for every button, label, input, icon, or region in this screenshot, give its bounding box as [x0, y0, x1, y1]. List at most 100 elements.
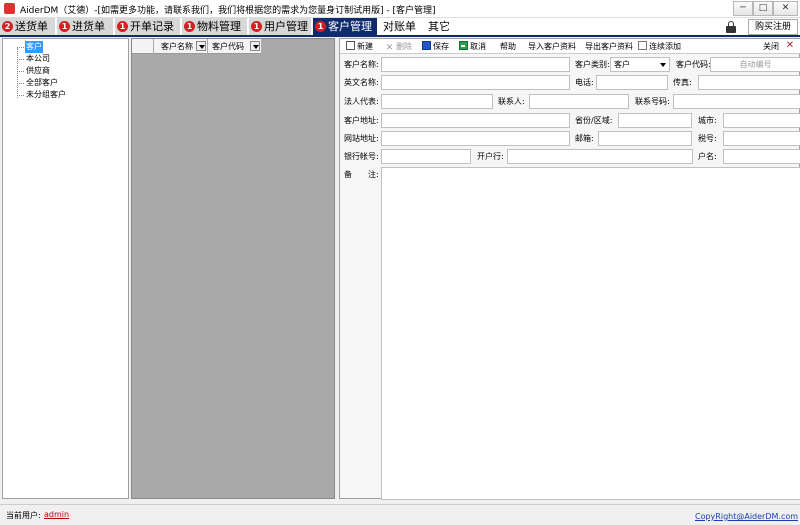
tab-label: 开单记录: [130, 20, 174, 33]
filter-dropdown-icon[interactable]: [250, 41, 260, 51]
chevron-down-icon: [660, 63, 666, 67]
save-button[interactable]: 保存: [422, 40, 449, 53]
continuous-add-label: 连续添加: [649, 42, 681, 51]
tab-statement[interactable]: 对账单: [381, 18, 423, 35]
tree-item-customers[interactable]: 客户: [17, 41, 43, 53]
tree-item-own-company[interactable]: 本公司: [17, 53, 51, 65]
fax-label: 传真:: [673, 78, 692, 87]
save-disk-icon: [422, 41, 431, 50]
continuous-add-checkbox[interactable]: 连续添加: [638, 40, 681, 53]
new-label: 新建: [357, 42, 373, 51]
column-label: 客户代码: [212, 42, 244, 51]
tree-item-ungrouped[interactable]: 未分组客户: [17, 89, 67, 101]
checkbox-icon: [638, 41, 647, 50]
customer-type-select[interactable]: 客户: [610, 57, 670, 72]
tab-badge: 1: [315, 21, 326, 32]
status-bar: 当前用户: admin CopyRight@AiderDM.com: [0, 504, 800, 525]
remark-label: 备 注:: [344, 170, 379, 179]
address-field[interactable]: [381, 113, 570, 128]
help-button[interactable]: 帮助: [500, 40, 516, 53]
tree-item-suppliers[interactable]: 供应商: [17, 65, 51, 77]
import-customers-button[interactable]: 导入客户资料: [528, 40, 576, 53]
app-logo-icon: [4, 3, 15, 14]
city-field[interactable]: [723, 113, 800, 128]
account-name-field[interactable]: [723, 149, 800, 164]
new-document-icon: [346, 41, 355, 50]
bank-label: 开户行:: [477, 152, 504, 161]
tab-purchase-note[interactable]: 1 进货单: [57, 18, 114, 35]
lock-icon[interactable]: [726, 21, 736, 33]
row-header-cell: [132, 39, 154, 54]
contact-label: 联系人:: [498, 97, 525, 106]
column-label: 客户名称: [161, 42, 193, 51]
buy-register-button[interactable]: 购买注册: [748, 19, 798, 35]
close-icon[interactable]: ✕: [784, 40, 796, 52]
minimize-button[interactable]: ─: [733, 1, 753, 16]
tab-badge: 2: [2, 21, 13, 32]
window-title: AiderDM（艾德）-[如需更多功能，请联系我们，我们将根据您的需求为您量身订…: [20, 6, 436, 16]
tree-item-all-customers[interactable]: 全部客户: [17, 77, 59, 89]
tab-badge: 1: [251, 21, 262, 32]
current-user-label: 当前用户:: [6, 511, 41, 520]
customer-name-field[interactable]: [381, 57, 570, 72]
tab-badge: 1: [184, 21, 195, 32]
contact-field[interactable]: [529, 94, 629, 109]
customer-code-field[interactable]: 自动编号: [710, 57, 800, 72]
cancel-button[interactable]: 取消: [459, 40, 486, 53]
cancel-icon: [459, 41, 468, 50]
website-label: 网站地址:: [344, 134, 379, 143]
tax-no-label: 税号:: [698, 134, 717, 143]
close-panel-button[interactable]: 关闭: [763, 40, 779, 53]
tab-customer-management[interactable]: 1 客户管理: [313, 18, 378, 35]
tab-label: 客户管理: [328, 20, 372, 33]
maximize-button[interactable]: □: [753, 1, 773, 16]
english-name-field[interactable]: [381, 75, 570, 90]
email-label: 邮箱:: [575, 134, 594, 143]
tab-label: 用户管理: [264, 20, 308, 33]
tax-no-field[interactable]: [723, 131, 800, 146]
tab-user-management[interactable]: 1 用户管理: [249, 18, 312, 35]
customer-name-label: 客户名称:: [344, 60, 379, 69]
website-field[interactable]: [381, 131, 570, 146]
tab-material-management[interactable]: 1 物料管理: [182, 18, 248, 35]
column-header-customer-name[interactable]: 客户名称: [154, 39, 208, 54]
account-name-label: 户名:: [698, 152, 717, 161]
bank-account-field[interactable]: [381, 149, 471, 164]
email-field[interactable]: [598, 131, 692, 146]
address-label: 客户地址:: [344, 116, 379, 125]
new-button[interactable]: 新建: [346, 40, 373, 53]
export-customers-button[interactable]: 导出客户资料: [585, 40, 633, 53]
remark-textarea[interactable]: [381, 167, 800, 500]
list-header: 客户名称 客户代码: [132, 39, 262, 54]
phone-label: 电话:: [575, 78, 594, 87]
contact-phone-field[interactable]: [673, 94, 800, 109]
bank-field[interactable]: [507, 149, 693, 164]
detail-toolbar: 新建 ✕ 删除 保存 取消 帮助 导入客户资料 导出客户资料 连续添加 关闭 ✕: [340, 39, 800, 54]
tab-badge: 1: [59, 21, 70, 32]
tab-badge: 1: [117, 21, 128, 32]
cancel-label: 取消: [470, 42, 486, 51]
filter-dropdown-icon[interactable]: [196, 41, 206, 51]
delete-icon: ✕: [385, 43, 394, 53]
current-user-link[interactable]: admin: [44, 510, 69, 519]
column-header-customer-code[interactable]: 客户代码: [208, 39, 262, 54]
customer-list[interactable]: 客户名称 客户代码: [131, 38, 335, 499]
delete-label: 删除: [396, 42, 412, 51]
delete-button[interactable]: ✕ 删除: [385, 40, 412, 53]
customer-type-value: 客户: [614, 60, 630, 69]
bank-account-label: 银行帐号:: [344, 152, 379, 161]
english-name-label: 英文名称:: [344, 78, 379, 87]
tab-other[interactable]: 其它: [426, 18, 456, 35]
fax-field[interactable]: [698, 75, 800, 90]
tab-order-records[interactable]: 1 开单记录: [115, 18, 181, 35]
legal-rep-field[interactable]: [381, 94, 493, 109]
tab-label: 进货单: [72, 20, 105, 33]
title-bar: AiderDM（艾德）-[如需更多功能，请联系我们，我们将根据您的需求为您量身订…: [0, 0, 800, 18]
copyright-link[interactable]: CopyRight@AiderDM.com: [695, 512, 798, 521]
close-window-button[interactable]: ✕: [773, 1, 798, 16]
phone-field[interactable]: [596, 75, 668, 90]
province-label: 省份/区域:: [575, 116, 613, 125]
customer-group-tree: 客户 本公司 供应商 全部客户 未分组客户: [2, 38, 129, 499]
province-field[interactable]: [618, 113, 692, 128]
tab-delivery-note[interactable]: 2 送货单: [0, 18, 56, 35]
